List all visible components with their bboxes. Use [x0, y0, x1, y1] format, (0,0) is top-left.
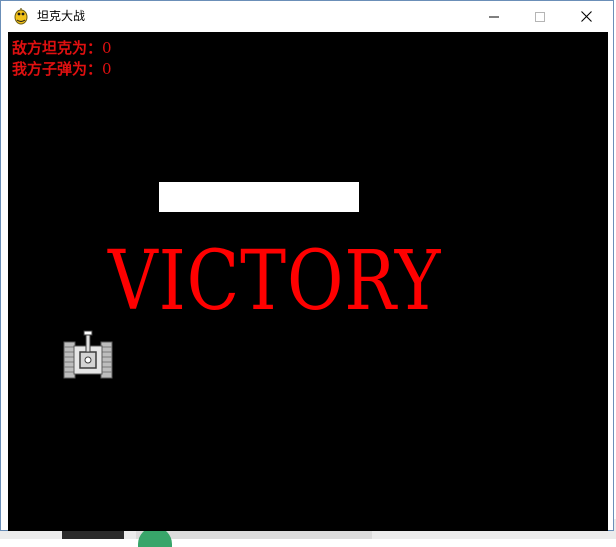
- pygame-snake-icon: [12, 7, 30, 25]
- close-icon: [580, 7, 592, 26]
- hud-enemy-tanks: 敌方坦克为：0: [12, 39, 112, 57]
- hud-my-bullets-count: 0: [102, 60, 112, 78]
- minimize-icon: [489, 7, 499, 26]
- maximize-button[interactable]: [517, 1, 563, 31]
- hud-my-bullets-label: 我方子弹为：: [12, 60, 103, 78]
- hud-enemy-tanks-count: 0: [102, 39, 112, 57]
- title-bar[interactable]: 坦克大战: [1, 1, 613, 31]
- game-canvas[interactable]: 敌方坦克为：0 我方子弹为：0 VICTORY: [8, 32, 608, 531]
- maximize-icon: [535, 7, 545, 26]
- wall-block: [159, 182, 359, 212]
- close-button[interactable]: [563, 1, 609, 31]
- hud-enemy-tanks-label: 敌方坦克为：: [12, 39, 103, 57]
- taskbar-fragment: [62, 531, 124, 539]
- window-title: 坦克大战: [37, 9, 86, 23]
- victory-message: VICTORY: [108, 234, 442, 329]
- hud-my-bullets: 我方子弹为：0: [12, 60, 112, 78]
- minimize-button[interactable]: [471, 1, 517, 31]
- player-tank-icon: [62, 330, 114, 382]
- game-window: 坦克大战 敌方坦克为：0 我方子弹为：0 VICTORY: [0, 0, 614, 531]
